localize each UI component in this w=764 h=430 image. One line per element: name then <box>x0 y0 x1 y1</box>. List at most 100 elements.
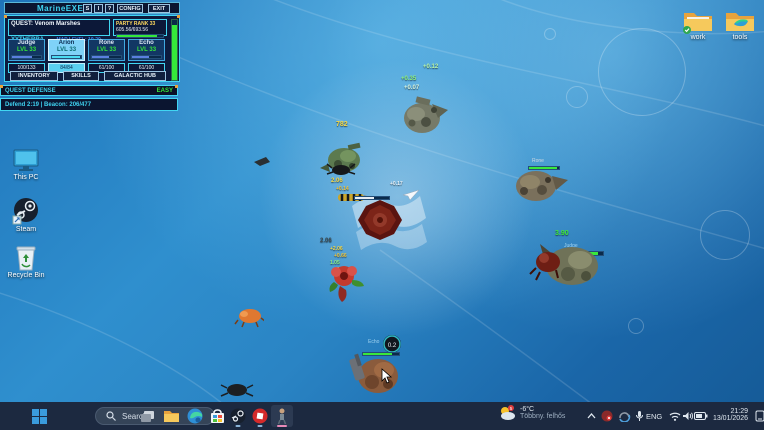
bokeh-circle <box>566 86 588 108</box>
corner-accent <box>0 85 3 88</box>
file-explorer-icon <box>163 409 180 423</box>
folder-label: work <box>678 34 718 41</box>
start-button[interactable] <box>28 405 50 427</box>
notification-icon <box>755 410 764 422</box>
language-indicator[interactable]: ENG <box>646 412 662 421</box>
inventory-shortcut-button[interactable]: I <box>94 4 103 13</box>
steam-taskbar-button[interactable] <box>227 405 249 427</box>
insect-enemy-sprite[interactable] <box>220 380 254 400</box>
party-member-rone[interactable]: Rone LVL 33 <box>88 39 125 61</box>
running-indicator <box>236 425 241 427</box>
corner-accent <box>175 85 178 88</box>
task-view-icon <box>140 410 155 423</box>
skills-button[interactable]: SKILLS <box>63 71 99 81</box>
party-member-judge[interactable]: Judge LVL 33 <box>8 39 45 61</box>
quest-defense-status: Defend 2:19 | Beacon: 206/477 <box>5 102 91 109</box>
desktop-folder-tools[interactable]: tools <box>720 8 760 41</box>
damage-float: +2.06 <box>330 246 343 252</box>
critter-enemy-sprite[interactable] <box>234 304 264 328</box>
game-character-icon <box>276 408 288 424</box>
player-ship-sprite[interactable] <box>348 350 404 400</box>
icon-label: Steam <box>4 226 48 233</box>
bokeh-circle <box>598 28 686 116</box>
game-overlay: MarineEXE S I ? CONFIG EXIT QUEST: Venom… <box>4 2 180 108</box>
game-title: MarineEXE <box>37 4 83 13</box>
red-app-icon <box>252 408 268 424</box>
battery-icon <box>694 412 708 420</box>
windows-logo-icon <box>32 409 47 424</box>
microphone-icon <box>635 410 644 422</box>
mouse-cursor <box>381 368 393 384</box>
enemy-ship-sprite[interactable] <box>508 158 570 208</box>
desktop-icon-recycle-bin[interactable]: Recycle Bin <box>4 244 48 279</box>
active-indicator <box>277 425 287 427</box>
task-view-button[interactable] <box>136 405 158 427</box>
member-level: LVL 33 <box>9 47 44 54</box>
entity-label: Echo <box>368 339 379 345</box>
quest-defense-body: Defend 2:19 | Beacon: 206/477 <box>0 98 178 111</box>
chevron-up-icon <box>587 413 596 419</box>
quest-defense-difficulty: EASY <box>157 88 173 95</box>
bokeh-circle <box>700 210 750 260</box>
clock-date: 13/01/2026 <box>712 415 748 422</box>
party-rank-xp: 605.56/693.56 <box>116 27 164 33</box>
steam-taskbar-icon <box>230 408 246 424</box>
ally-ship-sprite[interactable] <box>526 232 606 294</box>
battery-button[interactable] <box>690 405 712 427</box>
inventory-button[interactable]: INVENTORY <box>10 71 58 81</box>
damage-float: +0.17 <box>390 181 403 187</box>
store-icon <box>210 409 225 424</box>
damage-float: 2.06 <box>320 238 332 245</box>
boss-enemy-sprite[interactable] <box>356 198 404 242</box>
party-member-echo[interactable]: Echo LVL 33 <box>128 39 165 61</box>
running-indicator <box>258 425 263 427</box>
member-level: LVL 33 <box>49 47 84 54</box>
tray-app1-icon <box>601 410 613 422</box>
folder-icon <box>682 8 714 34</box>
party-rank-box: PARTY RANK 33 605.56/693.56 <box>113 19 167 36</box>
taskbar: Search <box>0 402 764 430</box>
file-explorer-button[interactable] <box>160 405 182 427</box>
desktop-icon-steam[interactable]: Steam <box>4 196 48 233</box>
bokeh-circle <box>544 28 556 40</box>
microsoft-store-button[interactable] <box>206 405 228 427</box>
help-button[interactable]: ? <box>105 4 114 13</box>
insect-enemy-sprite[interactable] <box>326 162 356 178</box>
game-title-bar[interactable]: MarineEXE S I ? CONFIG EXIT <box>4 2 180 14</box>
corner-accent <box>177 15 180 18</box>
weather-temp: -6°C <box>520 406 565 413</box>
quest-defense-header: QUEST DEFENSE EASY <box>0 85 178 96</box>
member-level: LVL 33 <box>89 47 124 54</box>
weather-widget[interactable]: 5 -6°C Többny. felhős <box>498 405 565 421</box>
red-app-button[interactable] <box>249 405 271 427</box>
small-ship-sprite[interactable] <box>252 155 272 167</box>
config-button[interactable]: CONFIG <box>117 4 143 13</box>
desktop-icon-this-pc[interactable]: This PC <box>4 148 48 181</box>
member-name: Judge <box>9 40 44 47</box>
member-name: Echo <box>129 40 164 47</box>
stats-button[interactable]: S <box>83 4 92 13</box>
party-member-arion[interactable]: Arion LVL 33 <box>48 39 85 61</box>
clock-time: 21:29 <box>712 408 748 415</box>
edge-browser-button[interactable] <box>184 405 206 427</box>
enemy-ship-sprite[interactable] <box>396 90 452 140</box>
desktop-folder-work[interactable]: work <box>678 8 718 41</box>
exit-button[interactable]: EXIT <box>148 4 170 13</box>
quest-defense-title: QUEST DEFENSE <box>5 88 56 95</box>
flower-enemy-sprite[interactable] <box>324 258 366 304</box>
galactic-hub-button[interactable]: GALACTIC HUB <box>104 71 166 81</box>
member-name: Rone <box>89 40 124 47</box>
quest-name: QUEST: Venom Marshes <box>11 21 107 28</box>
active-game-button[interactable] <box>271 405 293 427</box>
edge-icon <box>187 408 203 424</box>
bokeh-circle <box>628 318 644 334</box>
damage-float: +0.12 <box>423 64 438 71</box>
corner-accent <box>4 15 7 18</box>
clock-widget[interactable]: 21:29 13/01/2026 <box>712 408 748 422</box>
damage-float: +0.35 <box>401 76 416 83</box>
search-icon <box>106 411 116 421</box>
icon-label: This PC <box>4 174 48 181</box>
weather-icon: 5 <box>498 405 516 421</box>
icon-label: Recycle Bin <box>4 272 48 279</box>
notification-button[interactable] <box>749 405 764 427</box>
